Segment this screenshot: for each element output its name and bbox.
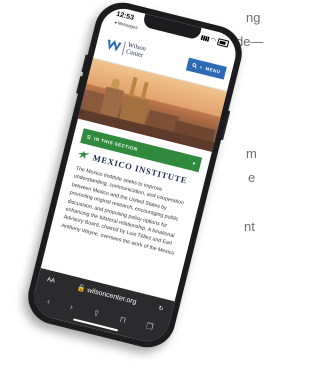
tabs-icon[interactable]: ❐	[145, 321, 154, 331]
signal-icon	[200, 34, 210, 42]
reload-icon[interactable]: ↻	[158, 304, 165, 312]
chevron-down-icon: ▾	[192, 160, 197, 166]
wifi-icon: ◠	[209, 37, 217, 45]
text-size-button[interactable]: AA	[46, 277, 55, 285]
menu-label: MENU	[205, 65, 222, 75]
lock-icon: 🔒	[75, 284, 87, 294]
background-text-4: e	[248, 170, 256, 185]
wilson-center-logo[interactable]: Wilson Center	[105, 37, 147, 60]
background-text-3: m	[246, 146, 257, 161]
search-icon	[192, 63, 197, 69]
search-menu-button[interactable]: ≡ MENU	[185, 57, 227, 80]
background-text-1: ng	[246, 10, 261, 25]
phone-device: 12:53 ◂ Messages ◠ Wilson Center ≡ MENU …	[22, 0, 248, 354]
battery-icon	[216, 38, 230, 48]
back-arrow-icon[interactable]: ‹	[46, 296, 51, 305]
background-text-5: nt	[244, 219, 255, 234]
hamburger-icon: ≡	[199, 64, 204, 71]
forward-arrow-icon[interactable]: ›	[69, 302, 74, 311]
share-icon[interactable]: ⇧	[92, 308, 101, 318]
eagle-icon	[77, 150, 90, 160]
wilson-w-icon	[108, 38, 122, 52]
section-menu-icon: ☰	[86, 133, 92, 140]
bookmarks-icon[interactable]: ⊓	[119, 314, 127, 324]
